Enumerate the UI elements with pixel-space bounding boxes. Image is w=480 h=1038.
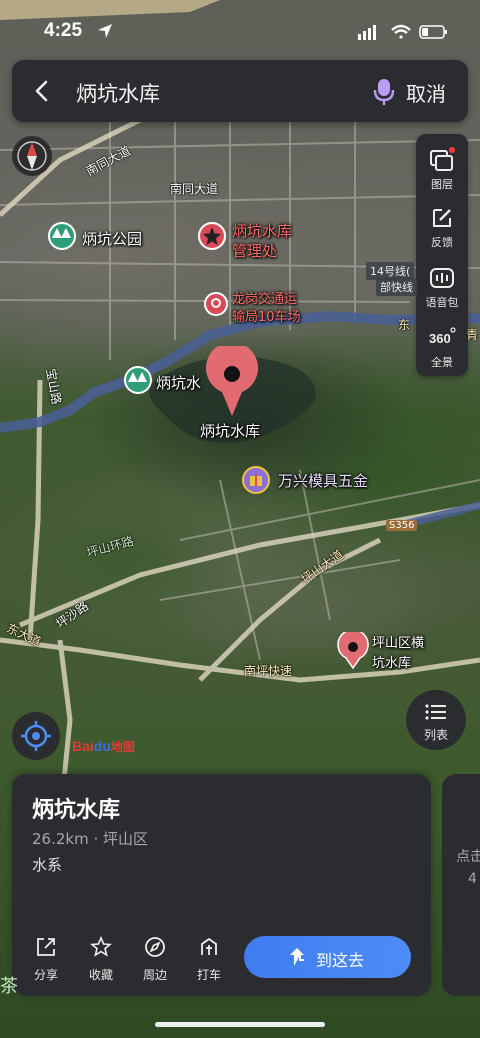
selected-location-pin[interactable]	[205, 346, 259, 418]
go-here-button[interactable]: 到这去	[244, 936, 411, 978]
cancel-button[interactable]: 取消	[406, 78, 446, 107]
voice-pack-icon	[430, 268, 454, 288]
reservoir-park-marker[interactable]	[124, 366, 152, 394]
hardware-marker[interactable]	[242, 466, 270, 494]
tree-icon	[128, 372, 147, 382]
metro-line-label-2: 部快线	[376, 278, 417, 296]
search-bar[interactable]: 炳坑水库 取消	[12, 60, 468, 122]
layers-icon	[430, 147, 455, 171]
layers-label: 图层	[431, 178, 453, 191]
highway-badge: S356	[386, 520, 418, 531]
taxi-label: 打车	[196, 968, 221, 982]
panorama-button[interactable]: 360 全景	[416, 316, 468, 374]
poi-label-park[interactable]: 炳坑公园	[82, 228, 142, 249]
list-button[interactable]: 列表	[406, 690, 466, 750]
back-arrow-icon[interactable]	[28, 76, 58, 106]
next-card-peek[interactable]: 点击 4	[442, 774, 480, 996]
road-label-dong: 东	[398, 318, 411, 332]
road-label-nanping: 南坪快速	[244, 664, 293, 678]
location-arrow-icon	[98, 24, 112, 38]
poi-label-pingshan-line2[interactable]: 坑水库	[372, 652, 411, 671]
star-icon	[90, 936, 112, 957]
list-label: 列表	[423, 728, 448, 742]
home-indicator[interactable]	[155, 1022, 325, 1027]
next-card-text-2: 4	[468, 871, 477, 887]
svg-text:360: 360	[429, 331, 451, 346]
locate-icon	[21, 721, 51, 751]
compass-button[interactable]	[12, 136, 52, 176]
star-icon	[203, 227, 221, 245]
cellular-signal-icon	[358, 25, 376, 40]
layers-button[interactable]: 图层	[416, 138, 468, 196]
wifi-icon	[391, 24, 411, 39]
pingshan-reservoir-marker[interactable]	[336, 632, 370, 670]
status-bar: 4:25	[0, 0, 480, 60]
next-card-text-1: 点击	[456, 849, 480, 865]
poi-label-hardware[interactable]: 万兴模具五金	[278, 470, 368, 491]
voice-pack-button[interactable]: 语音包	[416, 256, 468, 314]
road-label-nantong-2: 南同大道	[170, 182, 219, 196]
place-distance-district: 26.2km · 坪山区	[32, 830, 149, 848]
poi-label-bus-line2[interactable]: 输局10车场	[232, 306, 301, 325]
baidu-map-logo: Baidu地图	[72, 738, 135, 754]
share-button[interactable]: 分享	[24, 936, 68, 986]
status-time: 4:25	[44, 20, 83, 41]
poi-label-bus-line1[interactable]: 龙岗交通运	[232, 288, 297, 307]
battery-icon	[419, 25, 447, 39]
poi-label-office-line2[interactable]: 管理处	[232, 240, 277, 261]
microphone-icon[interactable]	[368, 75, 400, 107]
voice-pack-label: 语音包	[425, 296, 459, 309]
compass-icon	[17, 141, 47, 171]
poi-label-office-line1[interactable]: 炳坑水库	[232, 220, 292, 241]
selected-pin-label: 炳坑水库	[200, 422, 261, 440]
share-icon	[37, 938, 55, 956]
place-detail-card[interactable]: 炳坑水库 26.2km · 坪山区 水系 分享 收藏 周边 打车 到这去	[12, 774, 431, 996]
feedback-label: 反馈	[431, 236, 453, 249]
search-input[interactable]: 炳坑水库	[76, 78, 160, 108]
park-marker[interactable]	[48, 222, 76, 250]
locate-me-button[interactable]	[12, 712, 60, 760]
map-edge-label: 茶	[0, 976, 18, 997]
road-label-qing: 青	[466, 328, 479, 342]
edit-icon	[433, 209, 451, 227]
feedback-button[interactable]: 反馈	[416, 196, 468, 254]
place-category: 水系	[32, 856, 63, 874]
share-label: 分享	[33, 968, 58, 982]
place-title: 炳坑水库	[32, 798, 121, 823]
nearby-button[interactable]: 周边	[133, 936, 177, 986]
nearby-label: 周边	[142, 968, 167, 982]
shop-icon	[250, 474, 262, 486]
map-tools-panel: 图层 反馈 语音包 360 全景	[416, 134, 468, 376]
favorite-button[interactable]: 收藏	[79, 936, 123, 986]
poi-label-pingshan-line1[interactable]: 坪山区横	[372, 632, 424, 651]
go-here-label: 到这去	[316, 951, 365, 970]
taxi-icon	[201, 937, 217, 955]
tree-icon	[52, 228, 71, 238]
favorite-label: 收藏	[88, 968, 113, 982]
bus-depot-marker[interactable]	[204, 292, 228, 316]
status-icons	[354, 22, 454, 42]
office-marker[interactable]	[198, 222, 226, 250]
panorama-label: 全景	[431, 356, 453, 369]
location-pin-icon	[211, 298, 221, 308]
panorama-360-icon: 360	[429, 327, 456, 346]
compass-icon	[145, 937, 165, 957]
route-arrow-icon	[290, 948, 304, 966]
list-icon	[425, 704, 446, 720]
poi-label-reservoir-partial[interactable]: 炳坑水	[156, 372, 201, 393]
taxi-button[interactable]: 打车	[187, 936, 231, 986]
